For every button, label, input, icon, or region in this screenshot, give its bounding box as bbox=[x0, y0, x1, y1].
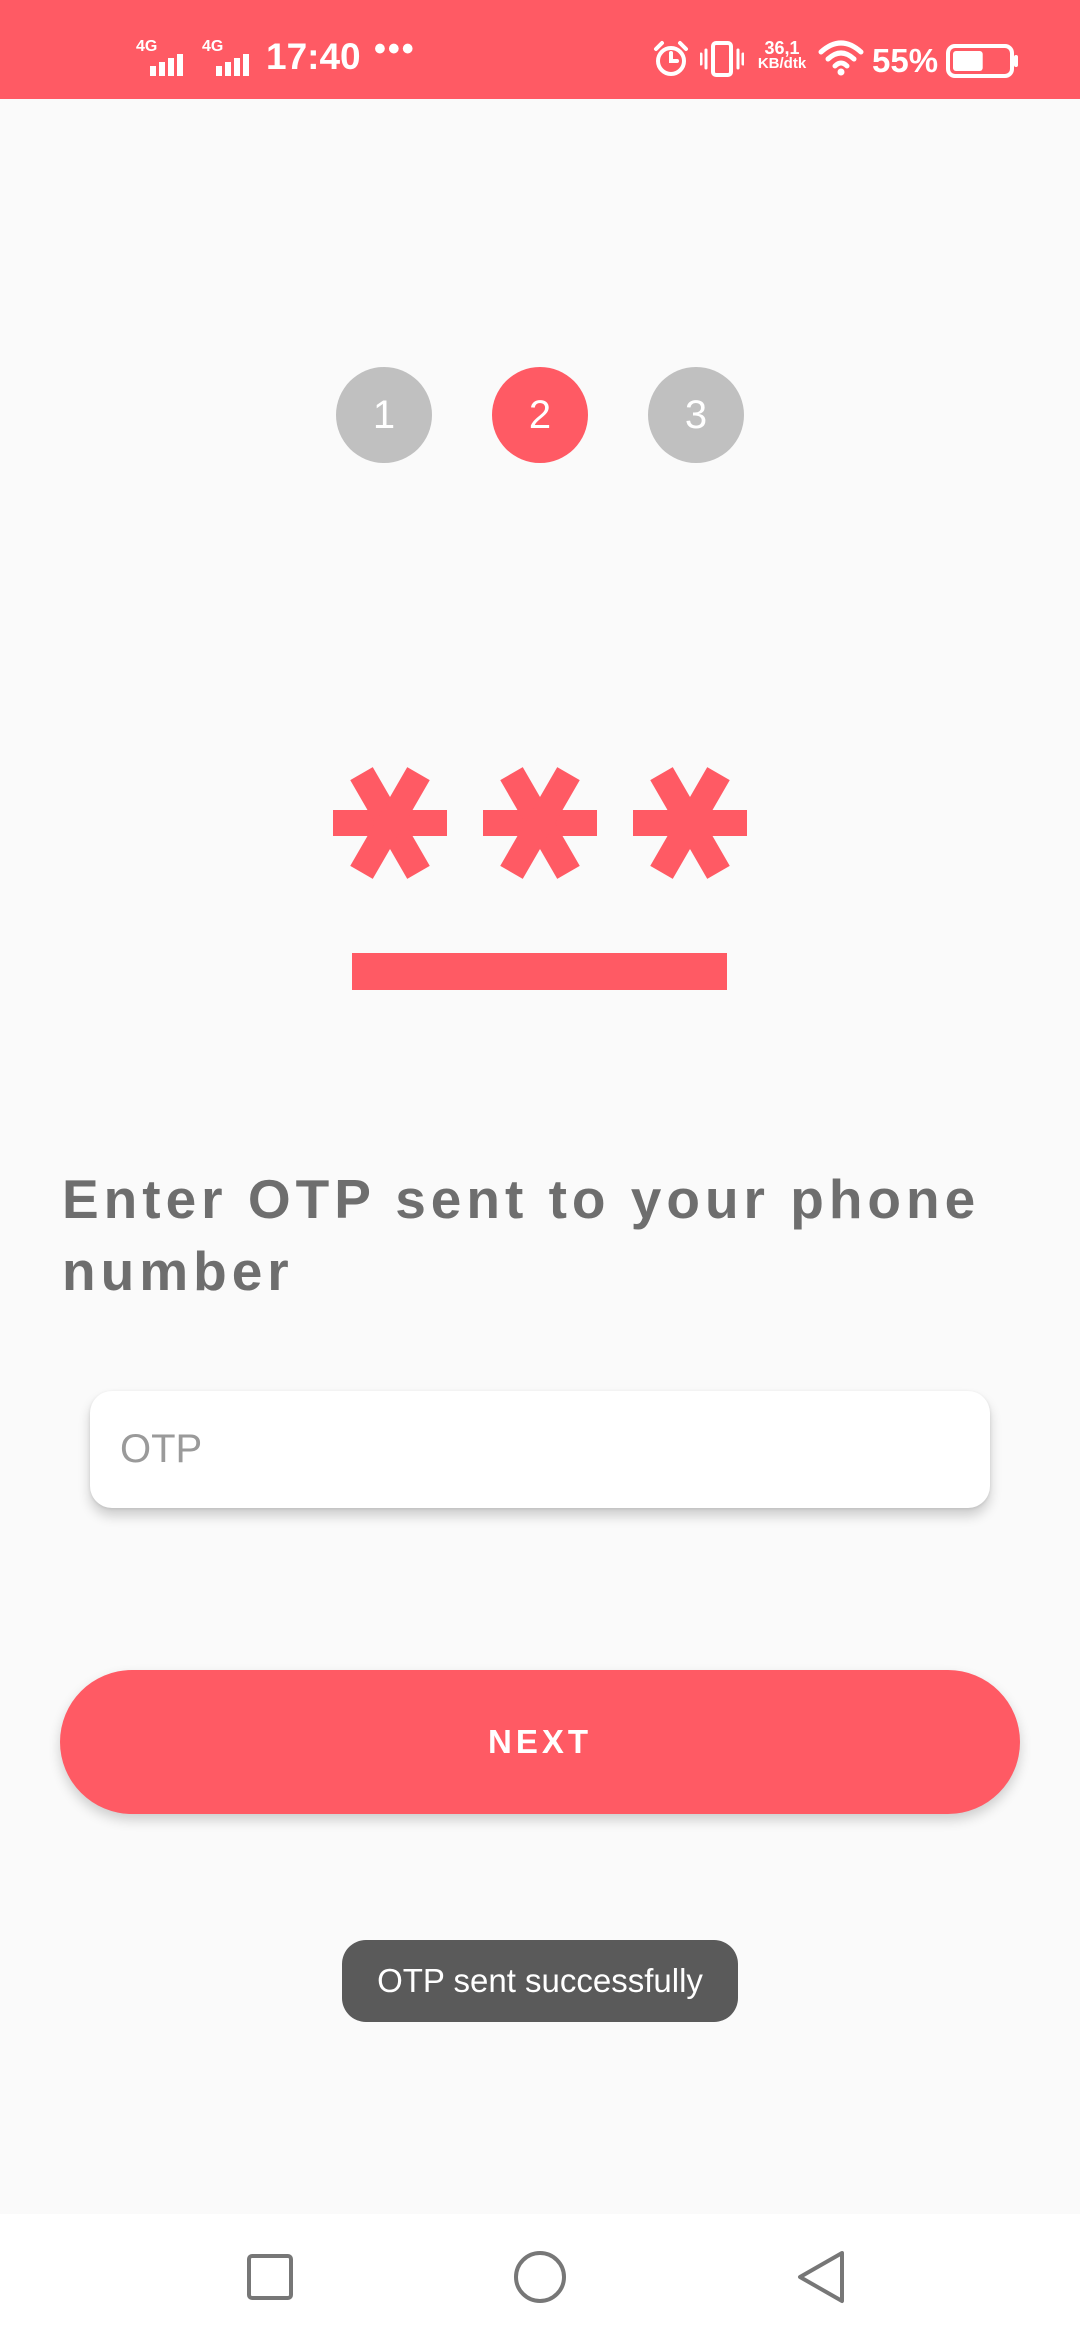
network-speed-value: 36,1 bbox=[764, 38, 800, 58]
page-title: Enter OTP sent to your phone number bbox=[62, 1168, 981, 1302]
wifi-icon bbox=[818, 40, 864, 76]
next-button[interactable]: NEXT bbox=[60, 1670, 1020, 1814]
more-notifications-icon: ••• bbox=[374, 30, 416, 68]
otp-field-container bbox=[90, 1391, 990, 1508]
step-indicator-2: 2 bbox=[492, 367, 588, 463]
home-button[interactable] bbox=[480, 2214, 600, 2340]
battery-icon bbox=[946, 44, 1018, 78]
step-indicator-1: 1 bbox=[336, 367, 432, 463]
recents-button[interactable] bbox=[210, 2214, 330, 2340]
network-speed-unit: KB/dtk bbox=[757, 55, 807, 72]
signal-bars-icon bbox=[150, 54, 183, 76]
step-indicator-3: 3 bbox=[648, 367, 744, 463]
square-recents-icon bbox=[247, 2254, 293, 2300]
back-button[interactable] bbox=[762, 2214, 882, 2340]
circle-home-icon bbox=[514, 2251, 566, 2303]
password-asterisks-icon bbox=[333, 767, 747, 990]
otp-input[interactable] bbox=[90, 1391, 990, 1508]
status-bar: 4G 4G 17:40 ••• 36,1 KB/dtk 55% bbox=[0, 0, 1080, 99]
vibrate-icon bbox=[700, 41, 744, 77]
signal-bars-icon bbox=[216, 54, 249, 76]
alarm-icon bbox=[654, 41, 688, 76]
toast-message: OTP sent successfully bbox=[342, 1940, 738, 2022]
status-time: 17:40 bbox=[266, 36, 361, 77]
triangle-back-icon bbox=[798, 2251, 844, 2303]
network-speed: 36,1 KB/dtk bbox=[752, 38, 812, 72]
battery-percent: 55% bbox=[872, 42, 939, 79]
system-nav-bar bbox=[0, 2214, 1080, 2340]
